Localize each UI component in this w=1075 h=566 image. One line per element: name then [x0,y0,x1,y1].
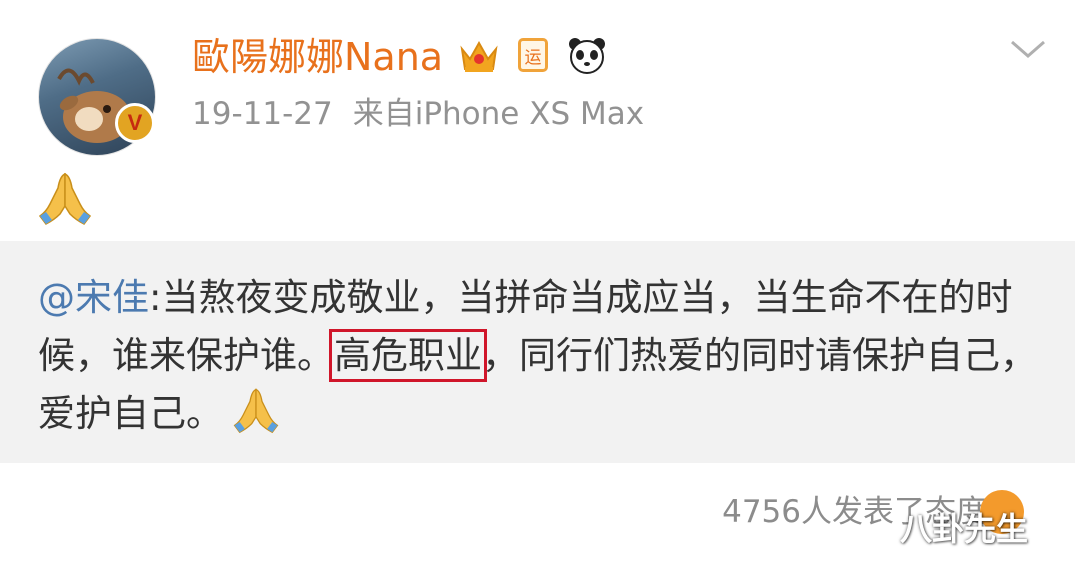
yun-icon[interactable]: 运 [512,34,554,76]
mention-link[interactable]: @宋佳 [38,276,149,319]
verified-badge: V [115,103,155,143]
crown-icon[interactable] [458,34,500,76]
highlighted-phrase: 高危职业 [329,329,487,382]
reposted-quote[interactable]: @宋佳:当熬夜变成敬业，当拼命当成应当，当生命不在的时候，谁来保护谁。高危职业，… [0,241,1075,463]
panda-icon[interactable] [566,34,608,76]
watermark: 八卦先生 [900,510,1029,548]
praying-hands-icon [231,386,281,451]
praying-hands-icon [38,172,92,225]
quote-text: @宋佳:当熬夜变成敬业，当拼命当成应当，当生命不在的时候，谁来保护谁。高危职业，… [38,269,1048,451]
badge-row: 运 [458,34,608,76]
chevron-down-icon[interactable] [1008,34,1048,64]
post-meta: 19-11-27 来自iPhone XS Max [192,94,644,134]
post-date: 19-11-27 [192,96,333,132]
yun-label: 运 [518,38,548,72]
post-source[interactable]: 来自iPhone XS Max [353,96,644,132]
username[interactable]: 歐陽娜娜Nana [192,34,443,80]
verified-mark: V [127,110,143,135]
mention-colon: : [149,276,162,319]
